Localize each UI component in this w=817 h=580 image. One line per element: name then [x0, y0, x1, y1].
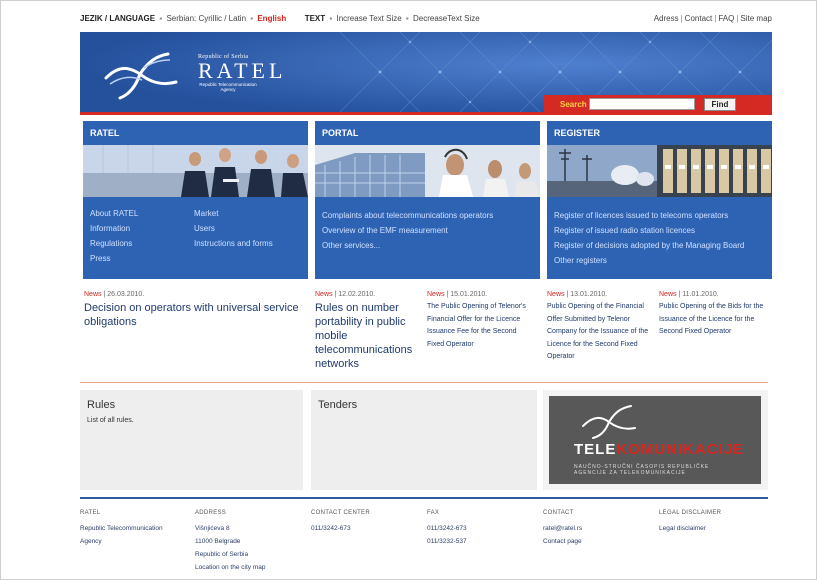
logo-text: Republic of Serbia RATEL Republic Teleco… — [198, 54, 286, 92]
ratel-panel-photo — [83, 145, 308, 197]
telekomunikacije-banner[interactable]: TELEKOMUNIKACIJE NAUČNO-STRUČNI ČASOPIS … — [549, 396, 761, 484]
top-bar: JEZIK / LANGUAGE ▪ Serbian: Cyrillic / L… — [80, 14, 772, 23]
ratel-panel-title[interactable]: RATEL — [90, 128, 119, 138]
register-links: Register of licences issued to telecoms … — [554, 208, 744, 268]
news-title-link[interactable]: Public Opening of the Financial Offer Su… — [547, 301, 653, 364]
other-registers-link[interactable]: Other registers — [554, 253, 744, 268]
telekom-title: TELEKOMUNIKACIJE — [574, 441, 745, 458]
rules-box[interactable]: Rules List of all rules. — [80, 390, 303, 490]
other-services-link[interactable]: Other services... — [322, 238, 493, 253]
users-link[interactable]: Users — [194, 221, 273, 236]
tenders-box[interactable]: Tenders — [311, 390, 537, 490]
rules-title[interactable]: Rules — [87, 399, 115, 411]
register-panel-title[interactable]: REGISTER — [554, 128, 600, 138]
header-red-line — [80, 112, 772, 115]
register-decisions-link[interactable]: Register of decisions adopted by the Man… — [554, 238, 744, 253]
ratel-links-right: Market Users Instructions and forms — [194, 206, 273, 251]
news-meta: News | 26.03.2010. — [84, 291, 145, 298]
footer-value: 11000 Belgrade — [195, 538, 241, 545]
email-link[interactable]: ratel@ratel.rs — [543, 522, 582, 535]
language-label: JEZIK / LANGUAGE — [80, 14, 156, 23]
footer-ratel: RATEL Republic Telecommunication Agency — [80, 507, 163, 548]
news-meta: News | 15.01.2010. — [427, 291, 488, 298]
footer-value: 011/3232-537 — [427, 538, 467, 545]
press-link[interactable]: Press — [90, 251, 138, 266]
complaints-link[interactable]: Complaints about telecommunications oper… — [322, 208, 493, 223]
text-size-label: TEXT — [304, 14, 326, 23]
news-item: News | 11.01.2010. Public Opening of the… — [659, 291, 767, 339]
portal-panel-title[interactable]: PORTAL — [322, 128, 358, 138]
footer-heading: LEGAL DISCLAIMER — [659, 510, 722, 516]
lang-serbian-link[interactable]: Serbian: Cyrillic / Latin — [166, 14, 246, 23]
footer-legal: LEGAL DISCLAIMER Legal disclaimer — [659, 507, 721, 535]
address-link[interactable]: Adress — [654, 14, 679, 23]
news-title-link[interactable]: The Public Opening of Telenor's Financia… — [427, 301, 533, 351]
portal-panel: PORTAL Complaints about telecommunicatio… — [315, 121, 540, 279]
instructions-forms-link[interactable]: Instructions and forms — [194, 236, 273, 251]
increase-text-link[interactable]: Increase Text Size — [336, 14, 401, 23]
telekom-subtitle: NAUČNO-STRUČNI ČASOPIS REPUBLIČKE AGENCIJ… — [574, 464, 710, 476]
news-title-link[interactable]: Public Opening of the Bids for the Issua… — [659, 301, 767, 339]
regulations-link[interactable]: Regulations — [90, 236, 138, 251]
footer-value: 011/3242-673 — [427, 525, 467, 532]
footer-address: ADDRESS Višnjićeva 8 11000 Belgrade Repu… — [195, 507, 265, 574]
find-button[interactable]: Find — [704, 98, 736, 111]
footer-value: Republic Telecommunication — [80, 525, 163, 532]
city-map-link[interactable]: Location on the city map — [195, 561, 265, 574]
logo-title: RATEL — [198, 58, 287, 83]
search-input[interactable] — [589, 98, 695, 110]
news-meta: News | 13.01.2010. — [547, 291, 608, 298]
search-label: Search — [560, 100, 587, 109]
emf-measurement-link[interactable]: Overview of the EMF measurement — [322, 223, 493, 238]
tenders-title[interactable]: Tenders — [318, 399, 357, 411]
decrease-text-link[interactable]: DecreaseText Size — [413, 14, 480, 23]
footer-heading: CONTACT CENTER — [311, 510, 370, 516]
footer-heading: RATEL — [80, 510, 101, 516]
contact-page-link[interactable]: Contact page — [543, 535, 582, 548]
news-item: News | 26.03.2010. Decision on operators… — [84, 291, 304, 329]
ratel-logo-icon — [104, 52, 178, 100]
faq-link[interactable]: FAQ — [718, 14, 734, 23]
rules-subtitle[interactable]: List of all rules. — [87, 417, 134, 424]
news-meta: News | 11.01.2010. — [659, 291, 719, 298]
ratel-panel: RATEL About RATEL Information Regulation… — [83, 121, 308, 279]
news-title-link[interactable]: Rules on number portability in public mo… — [315, 301, 420, 371]
portal-panel-photo — [315, 145, 540, 197]
register-panel-photo — [547, 145, 772, 197]
about-ratel-link[interactable]: About RATEL — [90, 206, 138, 221]
legal-disclaimer-link[interactable]: Legal disclaimer — [659, 522, 721, 535]
footer-heading: FAX — [427, 510, 440, 516]
lang-english-link[interactable]: English — [257, 14, 286, 23]
site-map-link[interactable]: Site map — [740, 14, 772, 23]
ratel-links-left: About RATEL Information Regulations Pres… — [90, 206, 138, 266]
footer-value: 011/3242-673 — [311, 525, 351, 532]
register-licences-link[interactable]: Register of licences issued to telecoms … — [554, 208, 744, 223]
portal-links: Complaints about telecommunications oper… — [322, 208, 493, 253]
news-title-link[interactable]: Decision on operators with universal ser… — [84, 301, 304, 329]
news-meta: News | 12.02.2010. — [315, 291, 376, 298]
market-link[interactable]: Market — [194, 206, 273, 221]
contact-link[interactable]: Contact — [685, 14, 713, 23]
footer-contact-center: CONTACT CENTER 011/3242-673 — [311, 507, 370, 535]
news-item: News | 13.01.2010. Public Opening of the… — [547, 291, 653, 364]
telekom-logo-icon — [582, 405, 636, 439]
footer-fax: FAX 011/3242-673 011/3232-537 — [427, 507, 467, 548]
footer-heading: CONTACT — [543, 510, 574, 516]
register-radio-link[interactable]: Register of issued radio station licence… — [554, 223, 744, 238]
logo-tagline: Republic Telecommunication Agency — [199, 82, 257, 92]
register-panel: REGISTER Register of licences issued to … — [547, 121, 772, 279]
news-item: News | 15.01.2010. The Public Opening of… — [427, 291, 533, 351]
information-link[interactable]: Information — [90, 221, 138, 236]
footer-value: Agency — [80, 538, 102, 545]
footer-value: Višnjićeva 8 — [195, 525, 230, 532]
footer-line — [80, 497, 768, 499]
footer-heading: ADDRESS — [195, 510, 227, 516]
news-item: News | 12.02.2010. Rules on number porta… — [315, 291, 420, 371]
section-divider — [80, 382, 768, 383]
footer-contact: CONTACT ratel@ratel.rs Contact page — [543, 507, 582, 548]
footer-value: Republic of Serbia — [195, 551, 249, 558]
